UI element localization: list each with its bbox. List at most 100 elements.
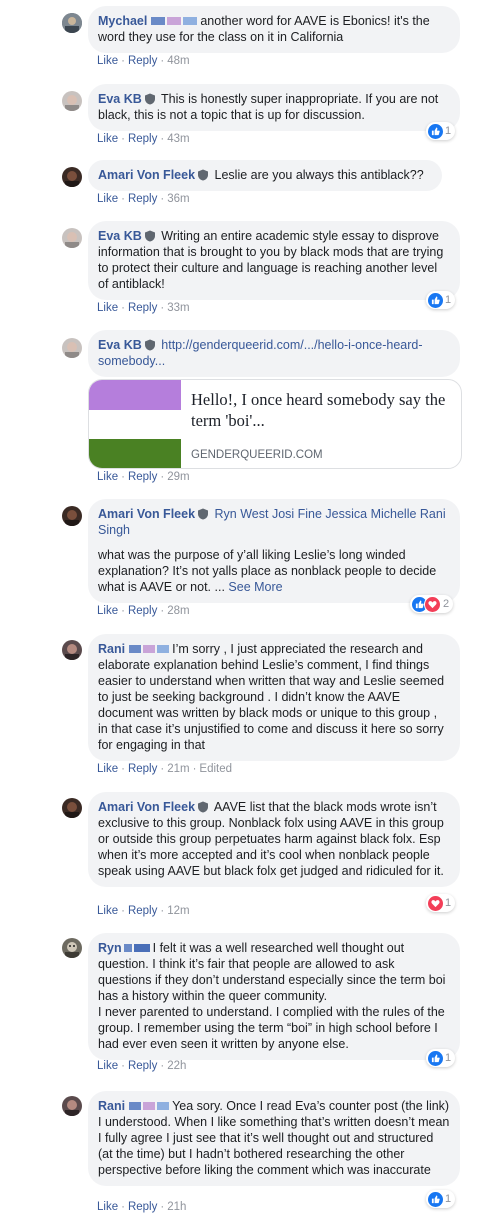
- author-name[interactable]: Eva KB: [98, 338, 142, 352]
- reply-link[interactable]: Reply: [128, 133, 157, 145]
- genderqueer-flag-image: [89, 380, 181, 468]
- thumbs-up-icon: [428, 1191, 443, 1207]
- avatar[interactable]: [62, 1096, 82, 1116]
- author-name[interactable]: Amari Von Fleek: [98, 800, 195, 814]
- timestamp[interactable]: 48m: [167, 55, 189, 67]
- comment-bubble: Amari Von Fleek Ryn West Josi Fine Jessi…: [88, 499, 460, 603]
- reaction-count: 1: [445, 1052, 452, 1064]
- like-link[interactable]: Like: [97, 905, 118, 917]
- redacted-name: [151, 17, 198, 25]
- shield-icon: [198, 801, 209, 813]
- reaction-count: 1: [445, 125, 452, 137]
- shield-icon: [144, 339, 155, 351]
- timestamp[interactable]: 12m: [167, 905, 189, 917]
- comment-bubble: Rani I’m sorry , I just appreciated the r…: [88, 634, 460, 761]
- author-name[interactable]: Ryn: [98, 941, 122, 955]
- author-name[interactable]: Amari Von Fleek: [98, 507, 195, 521]
- timestamp[interactable]: 22h: [167, 1060, 186, 1072]
- comment-actions: Like · Reply · 21h: [97, 1201, 187, 1213]
- like-link[interactable]: Like: [97, 302, 118, 314]
- timestamp[interactable]: 36m: [167, 193, 189, 205]
- avatar[interactable]: [62, 640, 82, 660]
- reaction-summary[interactable]: 1: [426, 894, 456, 912]
- comment-bubble: Eva KB This is honestly super inappropri…: [88, 84, 460, 131]
- avatar[interactable]: [62, 798, 82, 818]
- comment-bubble: Eva KB http://genderqueerid.com/.../hell…: [88, 330, 460, 377]
- link-title[interactable]: Hello!, I once heard somebody say the te…: [191, 389, 449, 431]
- author-name[interactable]: Mychael: [98, 14, 147, 28]
- see-more-link[interactable]: See More: [228, 580, 282, 594]
- reply-link[interactable]: Reply: [128, 905, 157, 917]
- reply-link[interactable]: Reply: [128, 302, 157, 314]
- redacted-name: [123, 944, 150, 952]
- comment-text-continued: I never parented to understand. I compli…: [98, 1005, 445, 1051]
- shield-icon: [198, 508, 209, 520]
- heart-icon: [424, 595, 441, 613]
- comment-text: Yea sory. Once I read Eva’s counter post…: [98, 1099, 450, 1177]
- reaction-count: 2: [443, 598, 450, 610]
- like-link[interactable]: Like: [97, 55, 118, 67]
- comment-text: I felt it was a well researched well tho…: [98, 941, 446, 1003]
- timestamp[interactable]: 43m: [167, 133, 189, 145]
- redacted-name: [129, 1102, 170, 1110]
- timestamp[interactable]: 29m: [167, 471, 189, 483]
- reply-link[interactable]: Reply: [128, 55, 157, 67]
- reaction-summary[interactable]: 1: [426, 291, 456, 309]
- reply-link[interactable]: Reply: [128, 763, 157, 775]
- reply-link[interactable]: Reply: [128, 471, 157, 483]
- comment-actions: Like · Reply · 12m: [97, 905, 190, 917]
- author-name[interactable]: Rani: [98, 1099, 125, 1113]
- comment-actions: Like · Reply · 28m: [97, 605, 190, 617]
- shield-icon: [198, 169, 209, 181]
- reaction-summary[interactable]: 2: [410, 595, 454, 613]
- timestamp[interactable]: 33m: [167, 302, 189, 314]
- comment-bubble: Eva KB Writing an entire academic style …: [88, 221, 460, 300]
- author-name[interactable]: Eva KB: [98, 229, 142, 243]
- avatar[interactable]: [62, 506, 82, 526]
- comment-actions: Like · Reply · 22h: [97, 1060, 187, 1072]
- comment-text: Leslie are you always this antiblack??: [214, 168, 424, 182]
- comment-bubble: Mychael another word for AAVE is Ebonics!…: [88, 6, 460, 53]
- reaction-summary[interactable]: 1: [426, 1049, 456, 1067]
- comment-actions: Like · Reply · 48m: [97, 55, 190, 67]
- author-name[interactable]: Eva KB: [98, 92, 142, 106]
- link-preview-card[interactable]: Hello!, I once heard somebody say the te…: [88, 379, 462, 469]
- comment-bubble: Amari Von Fleek AAVE list that the black…: [88, 792, 460, 887]
- reaction-count: 1: [445, 294, 452, 306]
- avatar[interactable]: [62, 13, 82, 33]
- timestamp[interactable]: 21m: [167, 763, 189, 775]
- reply-link[interactable]: Reply: [128, 193, 157, 205]
- timestamp[interactable]: 28m: [167, 605, 189, 617]
- avatar[interactable]: [62, 91, 82, 111]
- like-link[interactable]: Like: [97, 193, 118, 205]
- shield-icon: [144, 93, 155, 105]
- edited-label[interactable]: Edited: [199, 763, 232, 775]
- comment-actions: Like · Reply · 29m: [97, 471, 190, 483]
- reaction-count: 1: [445, 897, 452, 909]
- like-link[interactable]: Like: [97, 1201, 118, 1213]
- avatar[interactable]: [62, 938, 82, 958]
- comment-bubble: Amari Von Fleek Leslie are you always th…: [88, 160, 442, 191]
- like-link[interactable]: Like: [97, 605, 118, 617]
- like-link[interactable]: Like: [97, 133, 118, 145]
- reaction-summary[interactable]: 1: [426, 1190, 456, 1208]
- timestamp[interactable]: 21h: [167, 1201, 186, 1213]
- like-link[interactable]: Like: [97, 1060, 118, 1072]
- reaction-summary[interactable]: 1: [426, 122, 456, 140]
- reply-link[interactable]: Reply: [128, 1201, 157, 1213]
- thumbs-up-icon: [428, 1050, 443, 1066]
- like-link[interactable]: Like: [97, 471, 118, 483]
- heart-icon: [428, 895, 443, 911]
- comment-bubble: Rani Yea sory. Once I read Eva’s counter …: [88, 1091, 460, 1186]
- reply-link[interactable]: Reply: [128, 605, 157, 617]
- author-name[interactable]: Amari Von Fleek: [98, 168, 195, 182]
- thumbs-up-icon: [428, 292, 443, 308]
- comment-text: another word for AAVE is Ebonics! it's t…: [98, 14, 430, 44]
- avatar[interactable]: [62, 228, 82, 248]
- like-link[interactable]: Like: [97, 763, 118, 775]
- author-name[interactable]: Rani: [98, 642, 125, 656]
- avatar[interactable]: [62, 338, 82, 358]
- avatar[interactable]: [62, 167, 82, 187]
- comment-actions: Like · Reply · 21m · Edited: [97, 763, 233, 775]
- reply-link[interactable]: Reply: [128, 1060, 157, 1072]
